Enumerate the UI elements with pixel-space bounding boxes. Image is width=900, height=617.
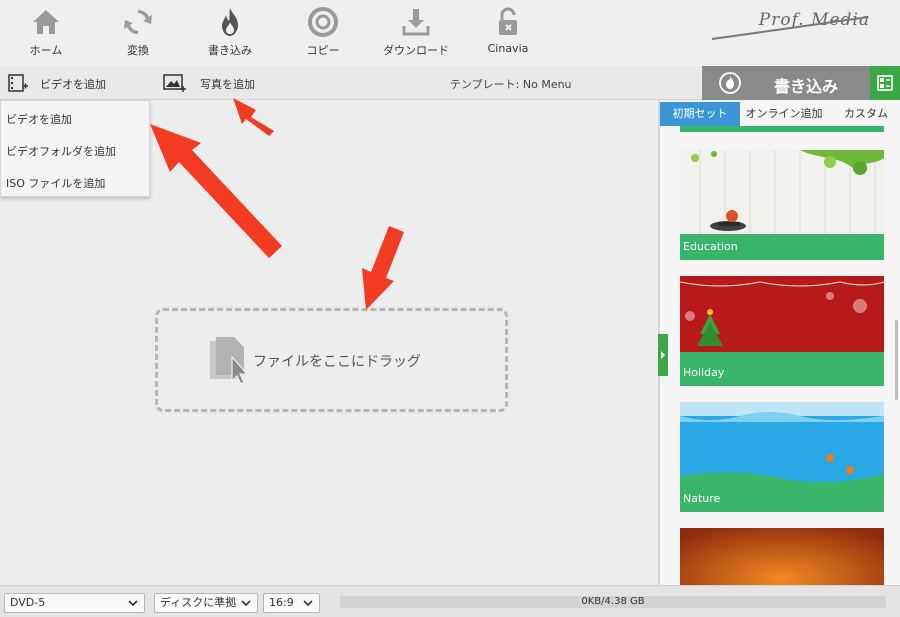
menu-add-video[interactable]: ビデオを追加 [6,111,72,127]
main-toolbar: ホーム 変換 書き込み コピー ダウンロード Cinavia Prof. Med… [0,0,900,66]
toolbar-copy-label: コピー [306,44,340,57]
template-education-name: Education [680,234,884,260]
panel-collapse-tab[interactable] [658,334,668,376]
toolbar-convert-label: 変換 [127,44,149,57]
add-photo-label: 写真を追加 [200,78,255,91]
aspect-ratio-select[interactable]: 16:9 [263,593,320,613]
copy-disc-icon [308,7,338,37]
tab-presets[interactable]: 初期セット [660,102,740,126]
add-photo-button[interactable]: 写真を追加 [160,66,270,100]
download-icon [402,9,430,36]
holiday-thumbnail [680,276,884,360]
add-video-label: ビデオを追加 [40,78,106,91]
capacity-bar: 0KB/4.38 GB [340,596,886,608]
toolbar-burn-label: 書き込み [208,44,252,57]
convert-icon [124,9,152,35]
template-tabs: 初期セット オンライン追加 カスタム [660,102,900,126]
template-item-prev[interactable] [680,126,884,132]
burn-flame-icon [222,8,238,36]
layout-grid-icon [877,75,893,91]
layout-toggle-button[interactable] [870,66,900,100]
burn-button-label: 書き込み [774,77,839,96]
file-dropzone[interactable]: ファイルをここにドラッグ [155,308,508,412]
toolbar-convert[interactable]: 変換 [98,4,178,62]
dropzone-text: ファイルをここにドラッグ [253,354,421,370]
template-panel: 初期セット オンライン追加 カスタム Education Holiday Nat… [660,100,900,585]
add-video-menu: ビデオを追加 ビデオフォルダを追加 ISO ファイルを追加 [0,100,150,197]
tab-online[interactable]: オンライン追加 [740,102,828,126]
toolbar-home[interactable]: ホーム [6,4,86,62]
disc-fit-select[interactable]: ディスクに準拠 [154,593,258,613]
disc-fit-value: ディスクに準拠 [160,596,237,609]
toolbar-cinavia[interactable]: Cinavia [468,4,548,62]
chevron-down-icon [128,600,138,607]
home-icon [33,10,59,34]
template-holiday-name: Holiday [680,360,884,386]
toolbar-download[interactable]: ダウンロード [376,4,456,62]
chevron-down-icon [241,600,251,607]
file-drag-icon [210,337,249,385]
chevron-down-icon [303,600,313,607]
menu-add-video-folder[interactable]: ビデオフォルダを追加 [6,143,116,159]
template-scrollbar[interactable] [895,320,898,400]
toolbar-download-label: ダウンロード [383,44,449,57]
template-label: テンプレート: No Menu [450,78,572,91]
menu-add-iso-file[interactable]: ISO ファイルを追加 [6,175,105,191]
toolbar-cinavia-label: Cinavia [487,42,529,55]
photo-add-icon [163,74,186,92]
template-nature[interactable]: Nature [680,402,884,512]
burn-disc-icon [719,72,741,94]
template-education[interactable]: Education [680,150,884,260]
toolbar-burn[interactable]: 書き込み [190,4,270,62]
nature-thumbnail [680,402,884,486]
film-add-icon [8,74,28,92]
capacity-text: 0KB/4.38 GB [581,596,645,607]
disc-type-value: DVD-5 [10,596,46,609]
sunset-thumbnail [680,528,884,585]
action-bar: ビデオを追加 写真を追加 テンプレート: No Menu 書き込み [0,66,900,100]
template-holiday[interactable]: Holiday [680,276,884,386]
disc-type-select[interactable]: DVD-5 [4,593,145,613]
unlock-icon [499,7,517,35]
template-sunset[interactable] [680,528,884,585]
template-nature-name: Nature [680,486,884,512]
status-bar: DVD-5 ディスクに準拠 16:9 0KB/4.38 GB [0,585,900,617]
toolbar-copy[interactable]: コピー [283,4,363,62]
toolbar-home-label: ホーム [29,44,63,57]
aspect-ratio-value: 16:9 [269,596,294,609]
burn-button[interactable]: 書き込み [702,66,870,100]
add-video-button[interactable]: ビデオを追加 [0,66,150,100]
education-thumbnail [680,150,884,234]
tab-custom[interactable]: カスタム [832,102,900,126]
